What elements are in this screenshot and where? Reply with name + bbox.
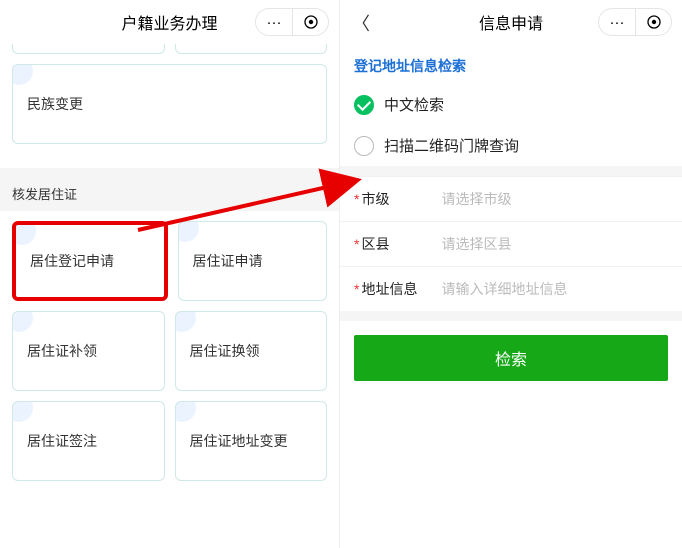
- search-button[interactable]: 检索: [354, 335, 668, 381]
- more-icon[interactable]: ···: [256, 8, 292, 36]
- back-icon[interactable]: 〈: [352, 10, 370, 36]
- field-label: 区县: [361, 234, 441, 254]
- card-ethnic-change[interactable]: 民族变更: [12, 64, 327, 144]
- radio-label: 扫描二维码门牌查询: [384, 135, 519, 156]
- right-header: 〈 信息申请 ···: [340, 0, 682, 44]
- card-label: 居住证换领: [190, 341, 260, 361]
- right-screen: 〈 信息申请 ··· 登记地址信息检索 中文检索 扫描二维码门牌查询 * 市级 …: [340, 0, 682, 548]
- card-residence-register-apply[interactable]: 居住登记申请: [12, 221, 168, 301]
- radio-checked-icon: [354, 95, 374, 115]
- card-residence-permit-apply[interactable]: 居住证申请: [178, 221, 328, 301]
- field-label: 市级: [361, 189, 441, 209]
- search-button-label: 检索: [495, 346, 527, 370]
- card-label: 居住登记申请: [30, 251, 114, 271]
- option-chinese-search[interactable]: 中文检索: [340, 84, 682, 125]
- field-city[interactable]: * 市级 请选择市级: [340, 176, 682, 221]
- card-residence-permit-renew[interactable]: 居住证换领: [175, 311, 328, 391]
- separator: [340, 166, 682, 176]
- field-placeholder: 请选择区县: [441, 234, 511, 254]
- option-qr-search[interactable]: 扫描二维码门牌查询: [340, 125, 682, 166]
- left-header-title: 户籍业务办理: [121, 10, 217, 34]
- right-header-actions: ···: [598, 8, 672, 36]
- residence-grid: 居住登记申请 居住证申请 居住证补领 居住证换领 居住证签注 居住证地址变更: [0, 221, 339, 493]
- right-header-title: 信息申请: [479, 10, 543, 34]
- card-residence-permit-address-change[interactable]: 居住证地址变更: [175, 401, 328, 481]
- left-header: 户籍业务办理 ···: [0, 0, 339, 44]
- radio-label: 中文检索: [384, 94, 444, 115]
- left-content: 民族变更: [0, 44, 339, 156]
- field-district[interactable]: * 区县 请选择区县: [340, 221, 682, 266]
- left-header-actions: ···: [255, 8, 329, 36]
- field-placeholder: 请输入详细地址信息: [441, 279, 567, 299]
- card-residence-permit-reissue[interactable]: 居住证补领: [12, 311, 165, 391]
- left-screen: 户籍业务办理 ··· 民族变更 核发居住证 居住登记申请 居住证申请: [0, 0, 340, 548]
- address-search-subheader: 登记地址信息检索: [340, 44, 682, 84]
- field-address[interactable]: * 地址信息 请输入详细地址信息: [340, 266, 682, 311]
- card-label: 居住证补领: [27, 341, 97, 361]
- required-mark: *: [354, 236, 359, 252]
- field-label: 地址信息: [361, 279, 441, 299]
- close-icon[interactable]: [292, 8, 328, 36]
- card-label: 居住证签注: [27, 431, 97, 451]
- close-icon[interactable]: [635, 8, 671, 36]
- more-icon[interactable]: ···: [599, 8, 635, 36]
- separator: [340, 311, 682, 321]
- required-mark: *: [354, 191, 359, 207]
- field-placeholder: 请选择市级: [441, 189, 511, 209]
- radio-unchecked-icon: [354, 136, 374, 156]
- required-mark: *: [354, 281, 359, 297]
- card-label: 居住证申请: [193, 251, 263, 271]
- section-residence-title: 核发居住证: [0, 168, 339, 211]
- card-label: 居住证地址变更: [190, 431, 288, 451]
- card-residence-permit-endorse[interactable]: 居住证签注: [12, 401, 165, 481]
- card-label: 民族变更: [27, 94, 83, 114]
